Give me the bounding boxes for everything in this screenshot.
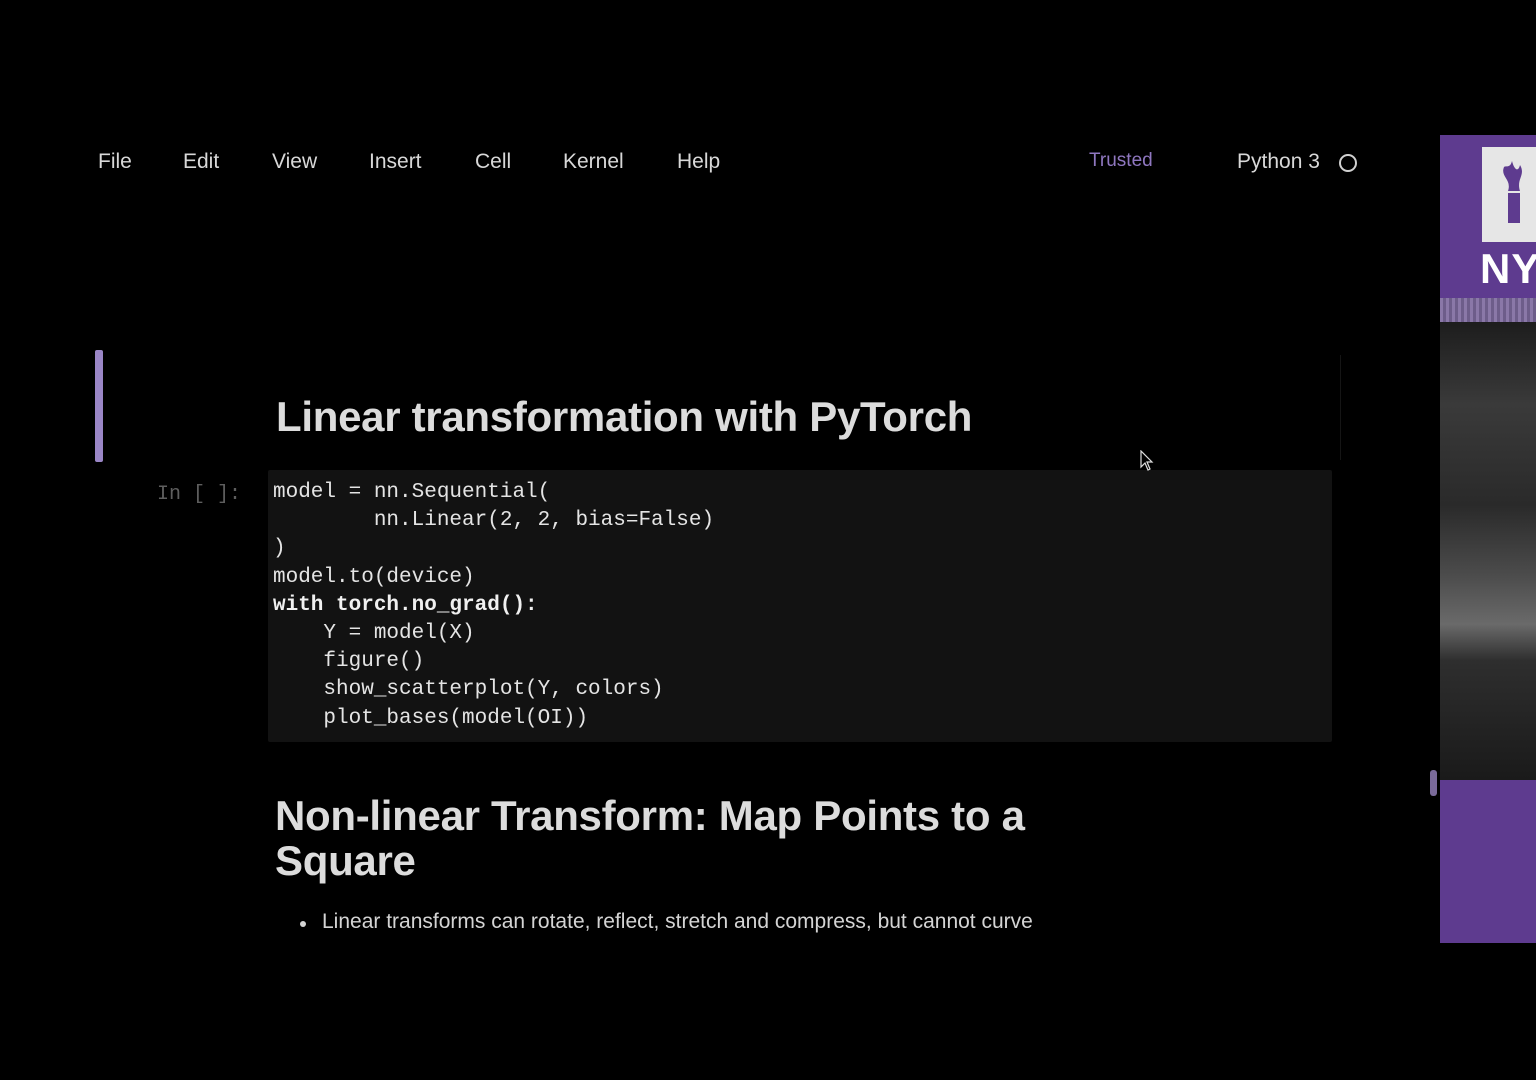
code-line: show_scatterplot(Y, colors) xyxy=(273,678,664,702)
list-item: Linear transforms can rotate, reflect, s… xyxy=(300,910,1033,934)
menu-edit[interactable]: Edit xyxy=(183,150,219,174)
mouse-pointer-icon xyxy=(1140,450,1154,471)
nyu-logo-text: NY xyxy=(1480,245,1536,292)
code-line: with torch.no_grad(): xyxy=(273,593,538,617)
scrollbar-handle[interactable] xyxy=(1430,770,1437,796)
code-editor[interactable]: model = nn.Sequential( nn.Linear(2, 2, b… xyxy=(273,479,714,733)
kernel-idle-circle-icon xyxy=(1339,154,1357,172)
code-line: nn.Linear(2, 2, bias=False) xyxy=(273,509,715,533)
menu-kernel[interactable]: Kernel xyxy=(563,150,624,174)
code-line: model.to(device) xyxy=(273,565,475,589)
nyu-logo-block: NY xyxy=(1440,135,1536,298)
menu-bar: File Edit View Insert Cell Kernel Help T… xyxy=(0,140,1400,188)
bullet-dot-icon xyxy=(300,921,306,927)
selected-cell-bar xyxy=(95,350,103,462)
menu-help[interactable]: Help xyxy=(677,150,720,174)
menu-view[interactable]: View xyxy=(272,150,317,174)
side-strip xyxy=(1440,298,1536,322)
input-prompt: In [ ]: xyxy=(157,483,242,506)
side-photo xyxy=(1440,322,1536,780)
side-bottom-block xyxy=(1440,780,1536,943)
torch-logo-icon xyxy=(1482,147,1536,242)
code-line: ) xyxy=(273,537,286,561)
cell-heading-linear: Linear transformation with PyTorch xyxy=(276,393,973,440)
code-line: model = nn.Sequential( xyxy=(273,481,551,504)
menu-file[interactable]: File xyxy=(98,150,132,174)
kernel-name[interactable]: Python 3 xyxy=(1237,150,1320,174)
code-line: figure() xyxy=(273,650,425,674)
code-line: plot_bases(model(OI)) xyxy=(273,706,589,730)
code-line: Y = model(X) xyxy=(273,622,475,646)
bullet-list: Linear transforms can rotate, reflect, s… xyxy=(300,910,1033,934)
side-panel: NY xyxy=(1440,135,1536,943)
list-item-text: Linear transforms can rotate, reflect, s… xyxy=(322,910,1033,933)
menu-insert[interactable]: Insert xyxy=(369,150,422,174)
menu-cell[interactable]: Cell xyxy=(475,150,511,174)
trusted-indicator[interactable]: Trusted xyxy=(1089,150,1153,172)
cell-heading-nonlinear: Non-linear Transform: Map Points to a Sq… xyxy=(275,792,1025,884)
notebook-screen: File Edit View Insert Cell Kernel Help T… xyxy=(0,0,1536,1080)
